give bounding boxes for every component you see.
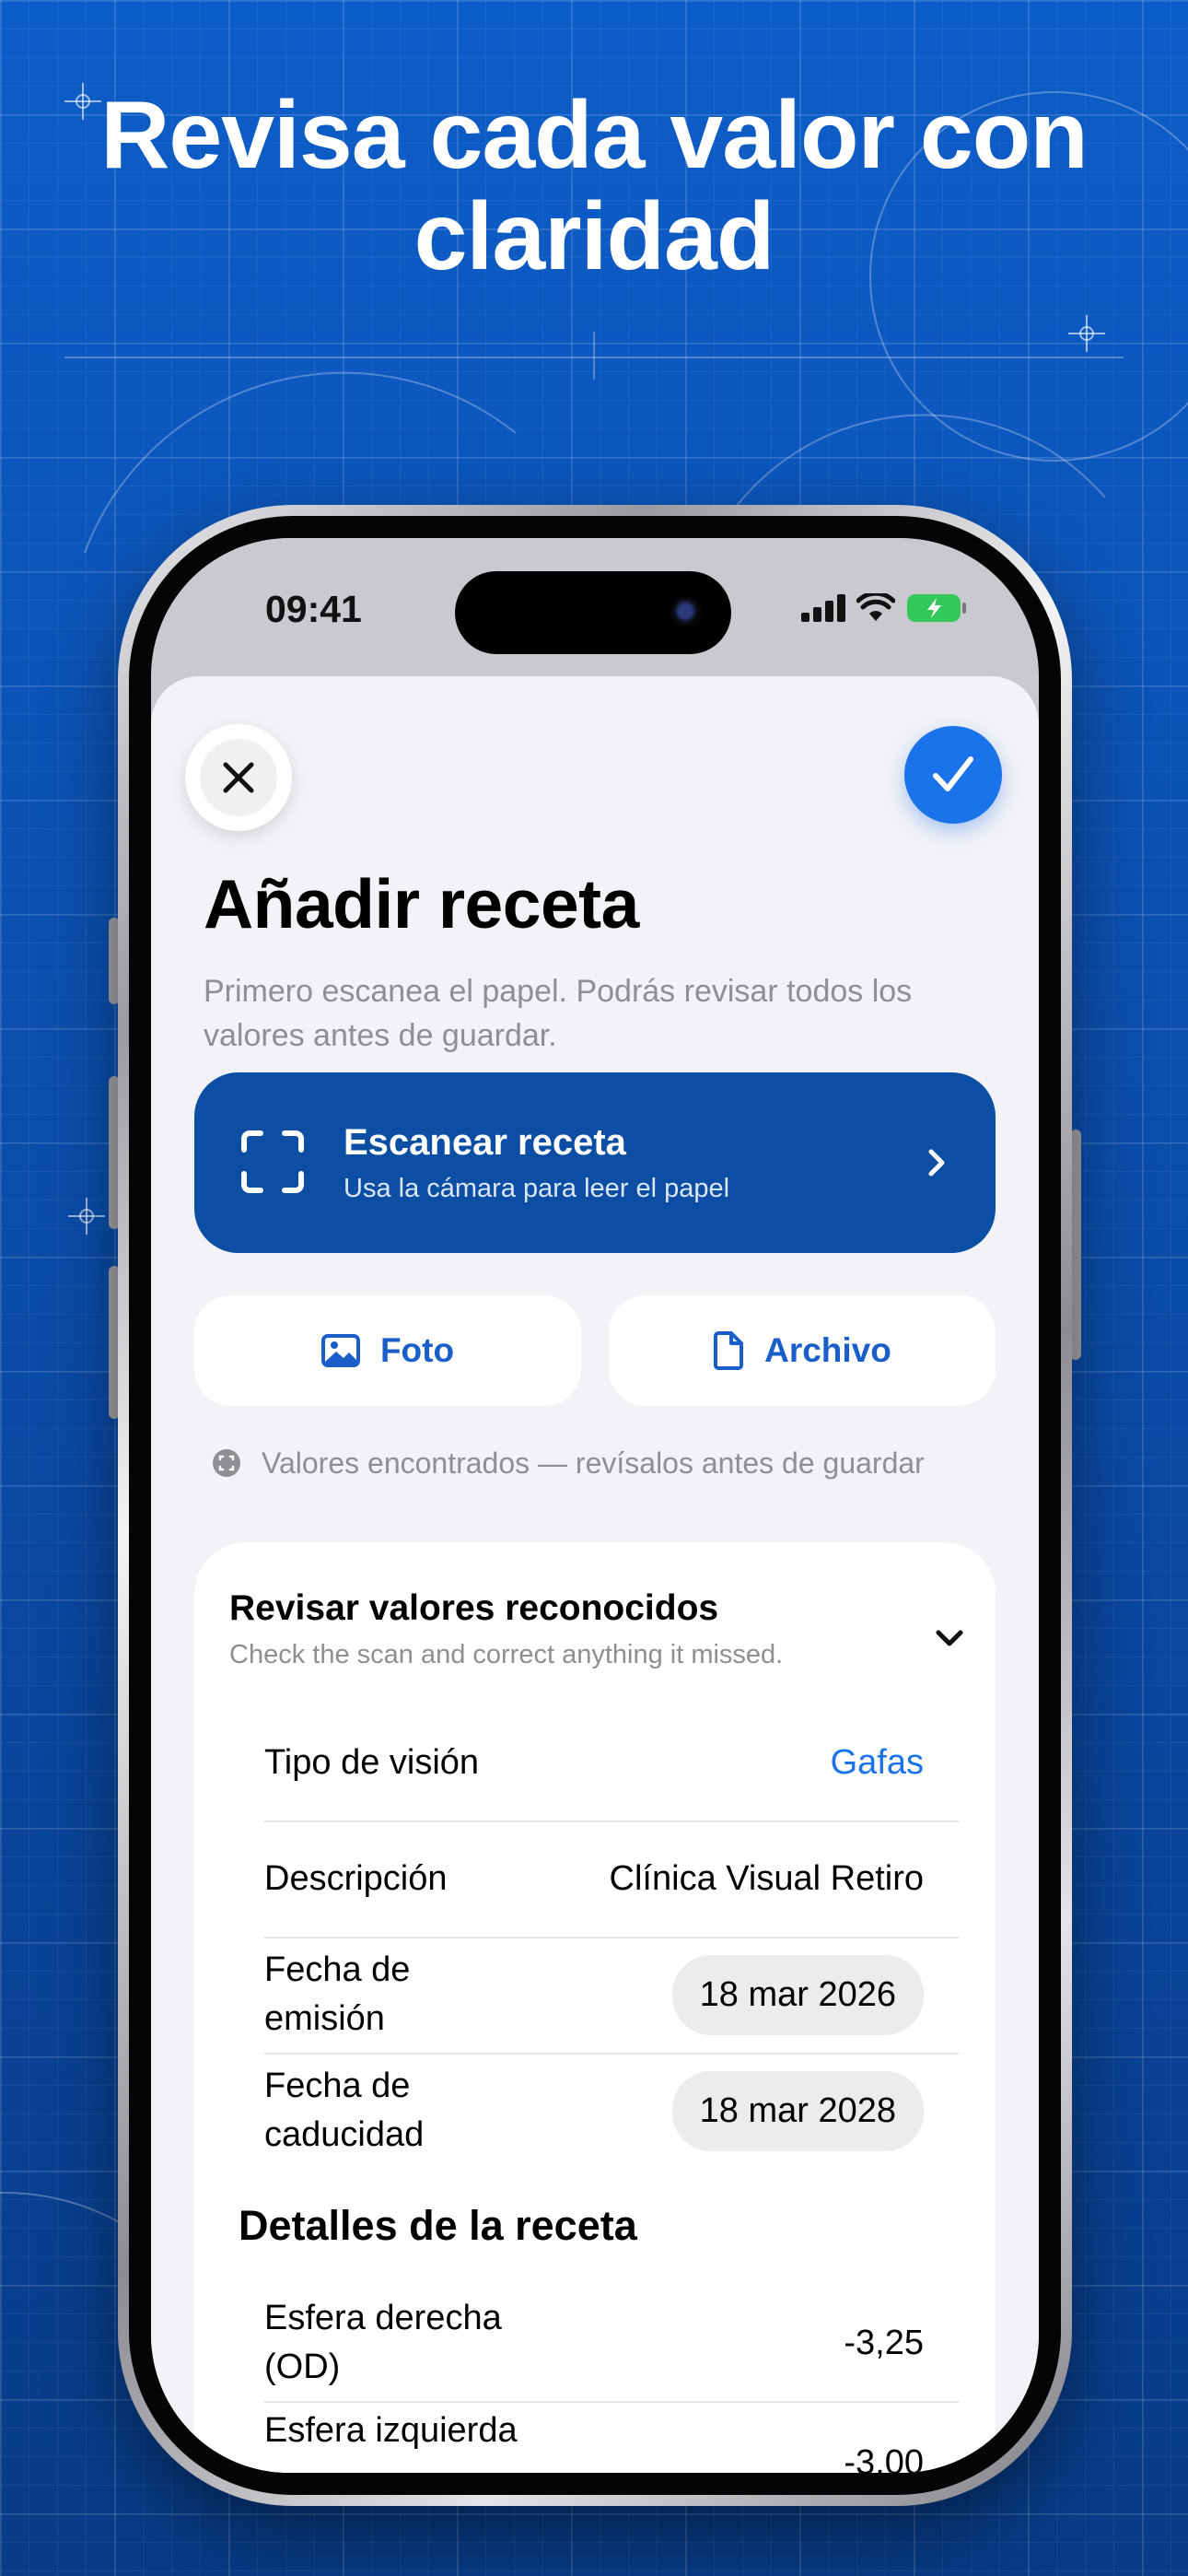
issue-date-picker[interactable]: 18 mar 2026	[671, 1954, 924, 2035]
add-prescription-sheet: Añadir receta Primero escanea el papel. …	[151, 676, 1039, 2473]
status-icons	[801, 593, 967, 623]
review-card: Revisar valores reconocidos Check the sc…	[194, 1542, 996, 2473]
row-issue-date[interactable]: Fecha de emisión 18 mar 2026	[264, 1937, 959, 2055]
details-section-title: Detalles de la receta	[239, 2202, 637, 2249]
wifi-icon	[856, 593, 895, 621]
document-icon	[714, 1331, 744, 1370]
close-button[interactable]	[185, 724, 292, 831]
scan-prescription-button[interactable]: Escanear receta Usa la cámara para leer …	[194, 1072, 996, 1253]
close-icon	[223, 762, 254, 793]
right-sphere-value[interactable]: -3,25	[844, 2324, 959, 2363]
chevron-right-icon	[928, 1149, 945, 1177]
hint-text: Valores encontrados — revísalos antes de…	[262, 1446, 925, 1480]
scan-subtitle: Usa la cámara para leer el papel	[344, 1174, 730, 1203]
row-label: Fecha de caducidad	[264, 2067, 425, 2154]
review-subtitle: Check the scan and correct anything it m…	[229, 1640, 784, 1669]
vision-type-value[interactable]: Gafas	[831, 1743, 959, 1783]
file-label: Archivo	[764, 1331, 891, 1369]
row-label: Fecha de emisión	[264, 1950, 411, 2038]
phone-screen: 09:41 Añadir receta Primero escanea el p…	[151, 538, 1039, 2473]
scan-title: Escanear receta	[344, 1122, 626, 1163]
photo-label: Foto	[379, 1331, 455, 1369]
row-label: Descripción	[264, 1858, 448, 1898]
expiry-date-picker[interactable]: 18 mar 2028	[671, 2070, 924, 2151]
photo-icon	[320, 1334, 360, 1367]
status-time: 09:41	[265, 588, 362, 630]
scan-frame-icon	[241, 1130, 304, 1193]
row-label: Tipo de visión	[264, 1742, 480, 1782]
page-subtitle: Primero escanea el papel. Podrás revisar…	[204, 974, 913, 1053]
row-description[interactable]: Descripción Clínica Visual Retiro	[264, 1821, 959, 1938]
row-label: Esfera derecha (OD)	[264, 2299, 502, 2386]
photo-button[interactable]: Foto	[194, 1295, 581, 1406]
review-title: Revisar valores reconocidos	[229, 1588, 719, 1628]
checkmark-icon	[933, 756, 973, 791]
left-sphere-value[interactable]: -3,00	[844, 2443, 959, 2473]
chevron-down-icon[interactable]	[931, 1620, 968, 1657]
headline: Revisa cada valor con claridad	[100, 82, 1089, 290]
signal-icon	[801, 594, 845, 622]
row-left-sphere[interactable]: Esfera izquierda -3,00	[264, 2401, 959, 2473]
row-label: Esfera izquierda	[264, 2411, 518, 2450]
recognition-hint: Valores encontrados — revísalos antes de…	[212, 1443, 930, 1483]
row-vision-type[interactable]: Tipo de visión Gafas	[264, 1704, 959, 1822]
camera-lens	[670, 596, 704, 629]
row-right-sphere[interactable]: Esfera derecha (OD) -3,25	[264, 2285, 959, 2403]
row-expiry-date[interactable]: Fecha de caducidad 18 mar 2028	[264, 2053, 959, 2169]
dynamic-island	[455, 571, 731, 654]
page-title: Añadir receta	[204, 865, 639, 943]
done-button[interactable]	[904, 726, 1002, 824]
battery-icon	[907, 594, 966, 622]
description-value[interactable]: Clínica Visual Retiro	[610, 1859, 959, 1899]
file-button[interactable]: Archivo	[609, 1295, 996, 1406]
info-icon	[213, 1449, 240, 1477]
